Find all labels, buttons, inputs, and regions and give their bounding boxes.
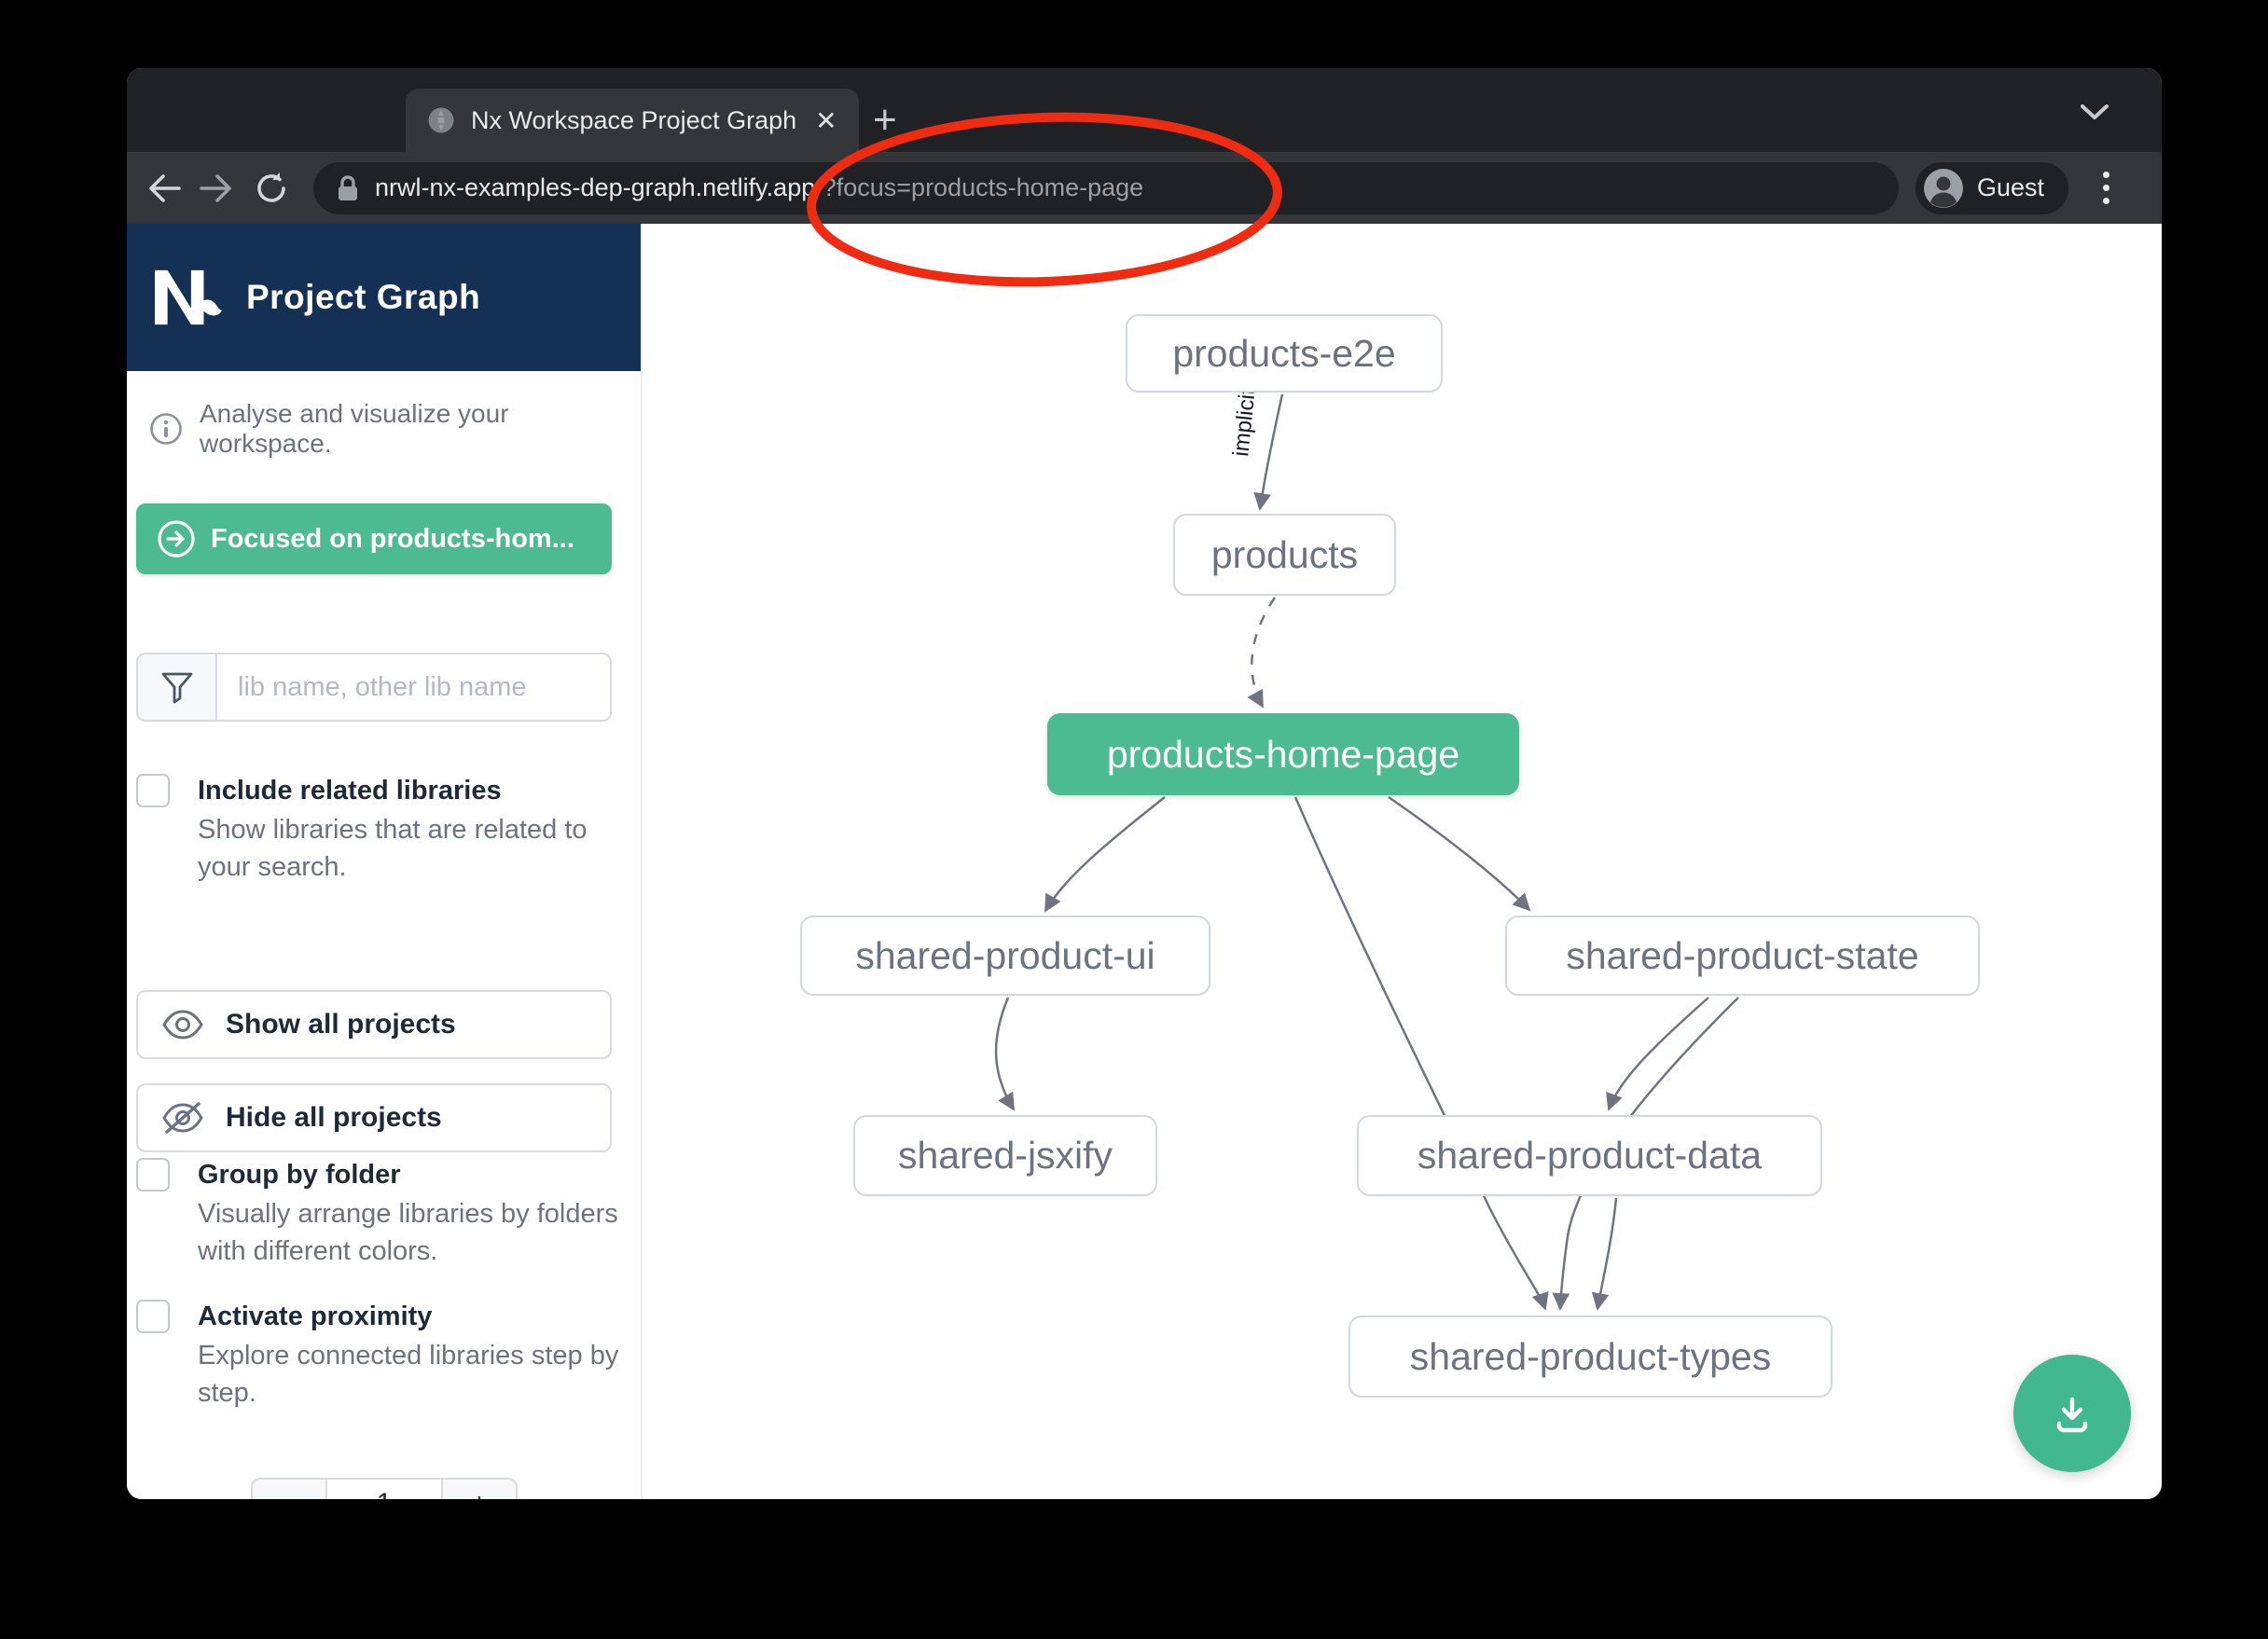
graph-node-shared-product-types[interactable]: shared-product-types (1348, 1315, 1832, 1398)
address-bar[interactable]: nrwl-nx-examples-dep-graph.netlify.app/?… (313, 162, 1899, 214)
browser-menu-button[interactable] (2087, 172, 2124, 204)
focused-project-button[interactable]: Focused on products-hom... (136, 503, 612, 574)
graph-node-shared-product-state[interactable]: shared-product-state (1505, 916, 1980, 996)
sidebar-tagline: Analyse and visualize your workspace. (127, 371, 641, 459)
back-arrow-icon (145, 172, 182, 204)
show-all-projects-label: Show all projects (226, 1009, 456, 1040)
edge-e2e-to-products (1260, 394, 1282, 509)
url-path: /?focus=products-home-page (815, 173, 1143, 201)
profile-button[interactable]: Guest (1915, 162, 2068, 214)
globe-favicon-icon (426, 105, 456, 135)
avatar-person-icon (1923, 168, 1964, 209)
stepper-value: 1 (327, 1480, 441, 1499)
edge-home-to-types (1295, 797, 1545, 1309)
sidebar-brand-header: Project Graph (127, 224, 641, 371)
option-group-by-folder: Group by folder Visually arrange librari… (136, 1156, 621, 1270)
graph-node-shared-product-data[interactable]: shared-product-data (1357, 1115, 1822, 1196)
proximity-stepper: − 1 + (251, 1478, 518, 1499)
profile-label: Guest (1977, 173, 2044, 202)
new-tab-button[interactable]: + (873, 92, 897, 148)
url-domain: nrwl-nx-examples-dep-graph.netlify.app (375, 173, 815, 201)
group-by-folder-checkbox[interactable] (136, 1158, 170, 1191)
download-icon (2047, 1388, 2097, 1439)
hide-all-projects-button[interactable]: Hide all projects (136, 1083, 612, 1152)
hide-all-projects-label: Hide all projects (226, 1102, 442, 1134)
tagline-text: Analyse and visualize your workspace. (200, 399, 618, 459)
app-title: Project Graph (246, 278, 480, 317)
option-activate-proximity: Activate proximity Explore connected lib… (136, 1298, 621, 1412)
back-button[interactable] (142, 167, 185, 210)
eye-off-icon (162, 1101, 203, 1135)
activate-proximity-checkbox[interactable] (136, 1300, 170, 1333)
edge-home-to-ui (1045, 797, 1165, 911)
edge-ui-to-jsxify (996, 998, 1014, 1109)
eye-icon (162, 1010, 203, 1040)
browser-window: Nx Workspace Project Graph ✕ + (127, 68, 2162, 1499)
window-content: Project Graph Analyse and visualize your… (127, 224, 2162, 1499)
screenshot-page: Nx Workspace Project Graph ✕ + (0, 0, 2268, 1639)
graph-canvas[interactable]: implicit products-e2e products products-… (643, 224, 2162, 1499)
info-icon (149, 412, 183, 446)
reload-button[interactable] (250, 167, 293, 210)
graph-node-shared-product-ui[interactable]: shared-product-ui (800, 916, 1210, 996)
edge-state-to-data (1609, 998, 1708, 1109)
tab-close-icon[interactable]: ✕ (811, 105, 840, 136)
graph-node-products-home-page[interactable]: products-home-page (1047, 713, 1519, 795)
reload-icon (253, 170, 290, 207)
arrow-right-circle-icon (157, 519, 196, 558)
browser-tab[interactable]: Nx Workspace Project Graph ✕ (406, 89, 859, 152)
graph-node-products-e2e[interactable]: products-e2e (1126, 314, 1443, 393)
stepper-increment-button[interactable]: + (441, 1480, 516, 1499)
graph-node-products[interactable]: products (1173, 514, 1396, 596)
chevron-down-icon[interactable] (2079, 101, 2110, 123)
show-all-projects-button[interactable]: Show all projects (136, 990, 612, 1059)
include-related-label: Include related libraries (198, 772, 621, 809)
download-image-button[interactable] (2013, 1355, 2131, 1472)
sidebar: Project Graph Analyse and visualize your… (127, 224, 643, 1499)
edge-home-to-state (1389, 797, 1529, 910)
group-by-folder-description: Visually arrange libraries by folders wi… (198, 1195, 621, 1270)
browser-toolbar: nrwl-nx-examples-dep-graph.netlify.app/?… (127, 152, 2162, 224)
funnel-icon (159, 670, 195, 704)
tab-title: Nx Workspace Project Graph (471, 106, 796, 135)
graph-edges (643, 224, 2162, 1499)
graph-node-shared-jsxify[interactable]: shared-jsxify (853, 1115, 1157, 1196)
focused-project-label: Focused on products-hom... (211, 524, 574, 555)
include-related-description: Show libraries that are related to your … (198, 811, 621, 886)
include-related-checkbox[interactable] (136, 774, 170, 807)
filter-icon-box (138, 654, 217, 720)
tab-strip: Nx Workspace Project Graph ✕ + (127, 68, 2162, 152)
lock-icon (336, 173, 360, 203)
url-text: nrwl-nx-examples-dep-graph.netlify.app/?… (375, 173, 1143, 202)
forward-button[interactable] (196, 167, 239, 210)
nx-logo (151, 267, 224, 328)
group-by-folder-label: Group by folder (198, 1156, 621, 1193)
filter-field (136, 653, 612, 722)
edge-data-to-types (1597, 1198, 1616, 1309)
filter-input[interactable] (217, 654, 610, 720)
edge-products-to-home (1252, 598, 1275, 707)
stepper-decrement-button[interactable]: − (253, 1480, 327, 1499)
forward-arrow-icon (199, 172, 236, 204)
activate-proximity-label: Activate proximity (198, 1298, 621, 1335)
activate-proximity-description: Explore connected libraries step by step… (198, 1337, 621, 1412)
option-include-related: Include related libraries Show libraries… (136, 772, 621, 886)
